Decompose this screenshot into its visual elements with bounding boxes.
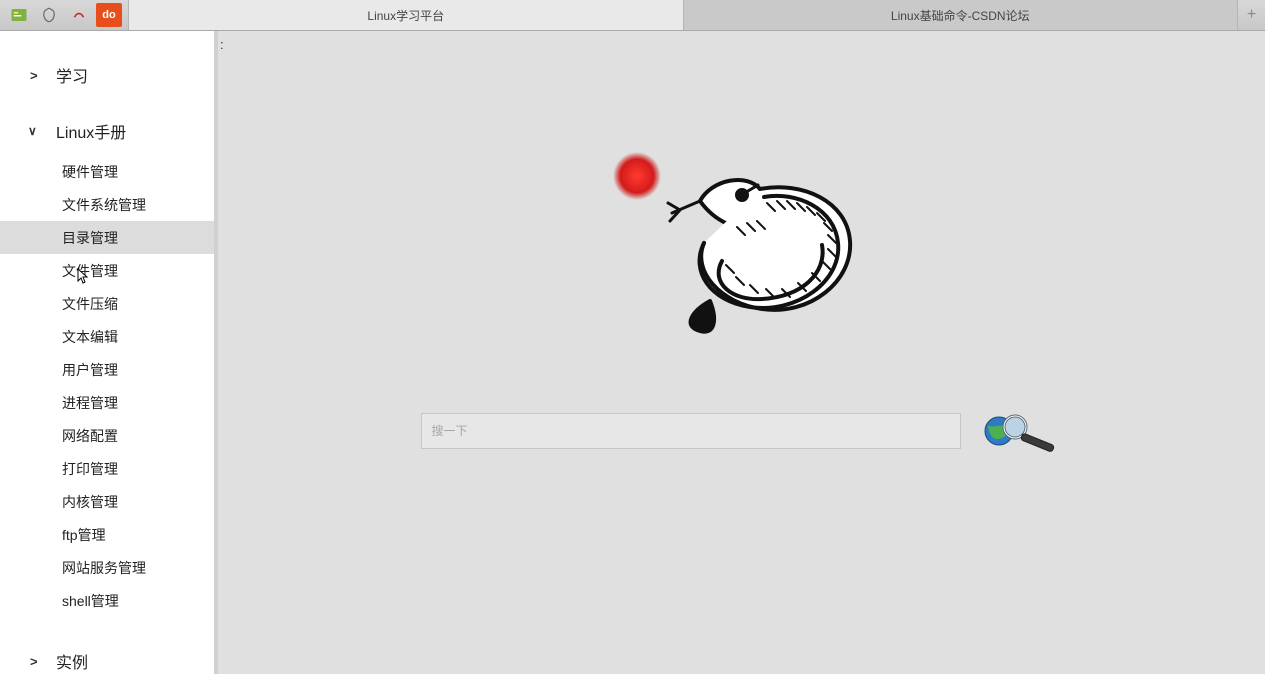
nav-sub-item[interactable]: 打印管理 [0, 452, 214, 485]
browser-tab-inactive[interactable]: Linux基础命令-CSDN论坛 [683, 0, 1238, 30]
nav-sub-label: 文件系统管理 [62, 195, 146, 215]
search-button[interactable] [981, 409, 1063, 453]
nav-label: Linux手册 [56, 119, 126, 143]
pinned-tab-2[interactable] [36, 3, 62, 27]
nav-sub-label: ftp管理 [62, 525, 106, 545]
nav-label: 实例 [56, 649, 88, 673]
nav-sub-item[interactable]: 文本编辑 [0, 320, 214, 353]
nav-sub-item[interactable]: 硬件管理 [0, 155, 214, 188]
browser-tab-bar: do Linux学习平台 Linux基础命令-CSDN论坛 + [0, 0, 1265, 31]
browser-tab-active[interactable]: Linux学习平台 [128, 0, 683, 30]
nav-examples[interactable]: 实例 [0, 637, 214, 674]
nav-sub-item[interactable]: 文件系统管理 [0, 188, 214, 221]
nav-linux-manual[interactable]: Linux手册 [0, 107, 214, 155]
logo-image [592, 131, 892, 341]
nav-sub-label: 文本编辑 [62, 327, 118, 347]
nav-sub-label: 硬件管理 [62, 162, 118, 182]
nav-sub-label: 网站服务管理 [62, 558, 146, 578]
nav-label: 学习 [56, 63, 88, 87]
nav-sub-item[interactable]: 目录管理 [0, 221, 214, 254]
main-content: : [218, 31, 1265, 674]
tab-label: Linux基础命令-CSDN论坛 [891, 7, 1030, 24]
tab-label: Linux学习平台 [367, 7, 444, 24]
nav-sub-item[interactable]: 文件压缩 [0, 287, 214, 320]
new-tab-button[interactable]: + [1237, 0, 1265, 30]
nav-sub-label: 打印管理 [62, 459, 118, 479]
nav-sub-label: 进程管理 [62, 393, 118, 413]
nav-sub-label: 内核管理 [62, 492, 118, 512]
nav-sub-item[interactable]: 进程管理 [0, 386, 214, 419]
nav-sub-item[interactable]: 用户管理 [0, 353, 214, 386]
nav-sub-item[interactable]: 网站服务管理 [0, 551, 214, 584]
pinned-tab-1[interactable] [6, 3, 32, 27]
tab-pinned-icons: do [0, 0, 128, 30]
nav-learn[interactable]: 学习 [0, 51, 214, 99]
nav-sub-item[interactable]: 网络配置 [0, 419, 214, 452]
nav-sub-label: 目录管理 [62, 228, 118, 248]
nav-sub-label: 用户管理 [62, 360, 118, 380]
pinned-tab-4[interactable]: do [96, 3, 122, 27]
nav-sub-label: 网络配置 [62, 426, 118, 446]
nav-sub-item[interactable]: ftp管理 [0, 518, 214, 551]
sidebar: 学习 Linux手册 硬件管理文件系统管理目录管理文件管理文件压缩文本编辑用户管… [0, 31, 218, 674]
nav-sub-label: 文件压缩 [62, 294, 118, 314]
prefix-text: : [220, 37, 224, 52]
nav-sub-item[interactable]: 文件管理 [0, 254, 214, 287]
nav-sub-label: shell管理 [62, 591, 119, 611]
nav-sublist: 硬件管理文件系统管理目录管理文件管理文件压缩文本编辑用户管理进程管理网络配置打印… [0, 155, 214, 617]
nav-sub-item[interactable]: 内核管理 [0, 485, 214, 518]
pinned-tab-3[interactable] [66, 3, 92, 27]
nav-sub-item[interactable]: shell管理 [0, 584, 214, 617]
nav-sub-label: 文件管理 [62, 261, 118, 281]
search-input[interactable] [421, 413, 961, 449]
